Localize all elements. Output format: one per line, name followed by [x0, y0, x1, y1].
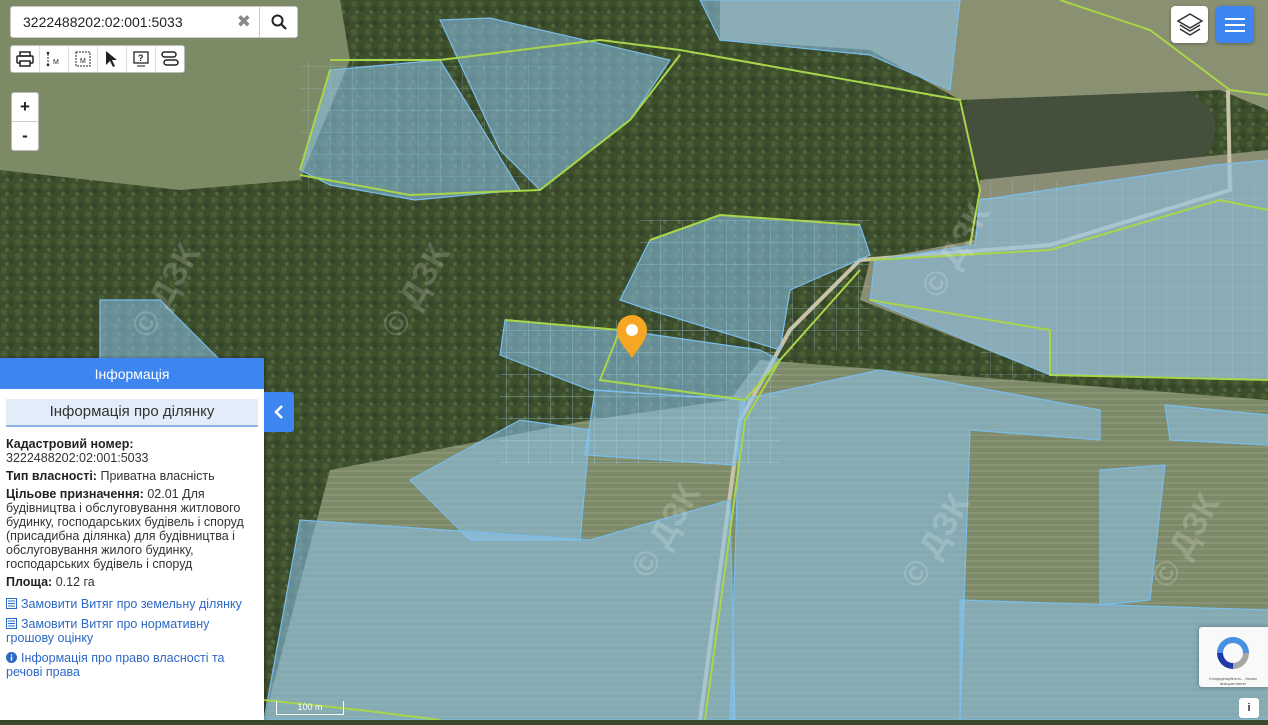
recaptcha-badge[interactable]: Конфіденційність - Умови використання	[1199, 627, 1268, 687]
collapse-panel-button[interactable]	[264, 392, 294, 432]
cadastral-row: Кадастровий номер: 3222488202:02:001:503…	[6, 437, 258, 465]
ownership-label: Тип власності:	[6, 469, 97, 483]
svg-text:?: ?	[138, 53, 144, 63]
pointer-icon	[106, 51, 117, 67]
recaptcha-text: Конфіденційність - Умови використання	[1209, 676, 1257, 686]
order-parcel-extract-link[interactable]: Замовити Витяг про земельну ділянку	[6, 597, 258, 611]
zoom-out-button[interactable]: -	[12, 122, 38, 150]
select-button[interactable]	[98, 46, 127, 72]
svg-text:M: M	[53, 59, 59, 66]
area-row: Площа: 0.12 га	[6, 575, 258, 589]
printer-icon	[16, 51, 34, 67]
panel-header: Інформація	[0, 358, 264, 389]
order-valuation-extract-link[interactable]: Замовити Витяг про нормативну грошову оц…	[6, 617, 258, 645]
measure-line-button[interactable]: M	[40, 46, 69, 72]
parcel-grid-overlay-2	[640, 220, 870, 350]
search-icon	[271, 14, 287, 30]
parcel-info-title: Інформація про ділянку	[6, 399, 258, 427]
cadastral-label: Кадастровий номер:	[6, 437, 134, 451]
search-button[interactable]	[260, 6, 298, 38]
search-input[interactable]	[21, 13, 225, 31]
purpose-row: Цільове призначення: 02.01 Для будівницт…	[6, 487, 258, 571]
link-text: Інформація про право власності та речові…	[6, 651, 225, 679]
chevron-left-icon	[274, 405, 283, 419]
layers-button[interactable]	[1171, 6, 1208, 43]
help-icon: ?	[133, 51, 149, 67]
link-text: Замовити Витяг про земельну ділянку	[21, 597, 242, 611]
layers-icon	[1176, 12, 1203, 36]
measure-line-icon: M	[46, 51, 59, 67]
info-panel: Інформація Інформація про ділянку Кадаст…	[0, 358, 264, 720]
parcel-grid-overlay-3	[300, 60, 560, 190]
map-toolbar: M M ?	[10, 45, 185, 73]
link-text: Замовити Витяг про нормативну грошову оц…	[6, 617, 210, 645]
panel-body: Інформація про ділянку Кадастровий номер…	[0, 389, 264, 679]
parcel-grid-overlay-4	[980, 180, 1268, 380]
measure-area-icon: M	[75, 51, 91, 67]
zoom-control: + -	[11, 92, 39, 151]
print-button[interactable]	[11, 46, 40, 72]
purpose-label: Цільове призначення:	[6, 487, 144, 501]
area-value: 0.12 га	[55, 575, 95, 589]
cadastral-value: 3222488202:02:001:5033	[6, 451, 149, 465]
help-button[interactable]: ?	[127, 46, 156, 72]
area-label: Площа:	[6, 575, 53, 589]
hamburger-menu-icon	[1225, 17, 1245, 32]
info-icon: i	[1247, 702, 1251, 714]
recaptcha-icon	[1217, 637, 1249, 669]
svg-text:M: M	[80, 58, 86, 65]
measure-area-button[interactable]: M	[69, 46, 98, 72]
zoom-in-button[interactable]: +	[12, 93, 38, 122]
ownership-row: Тип власності: Приватна власність	[6, 469, 258, 483]
map-info-button[interactable]: i	[1239, 698, 1259, 718]
info-icon	[6, 652, 17, 663]
document-icon	[6, 618, 17, 629]
ownership-rights-link[interactable]: Інформація про право власності та речові…	[6, 651, 258, 679]
ownership-value: Приватна власність	[100, 469, 215, 483]
menu-button[interactable]	[1216, 6, 1254, 43]
close-icon[interactable]: ✖	[237, 13, 251, 31]
route-icon	[161, 51, 179, 66]
document-icon	[6, 598, 17, 609]
route-button[interactable]	[156, 46, 184, 72]
search-bar: ✖	[10, 6, 260, 38]
scale-bar: 100 m	[276, 701, 344, 715]
